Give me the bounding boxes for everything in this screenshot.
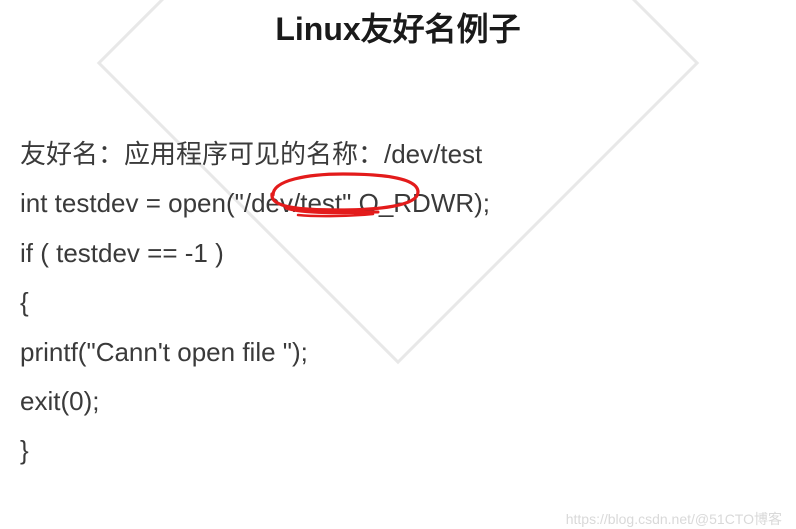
code-line-1: 友好名：应用程序可见的名称：/dev/test (20, 130, 776, 179)
content-wrapper: Linux友好名例子 友好名：应用程序可见的名称：/dev/test int t… (0, 0, 796, 476)
code-line-7: } (20, 426, 776, 475)
watermark-text: https://blog.csdn.net/@51CTO博客 (566, 509, 782, 529)
code-line-4: { (20, 278, 776, 327)
code-line-5: printf("Cann't open file "); (20, 328, 776, 377)
code-line-2: int testdev = open("/dev/test",O_RDWR); (20, 179, 776, 228)
page-title: Linux友好名例子 (20, 0, 776, 50)
code-line-3: if ( testdev == -1 ) (20, 229, 776, 278)
code-line-6: exit(0); (20, 377, 776, 426)
